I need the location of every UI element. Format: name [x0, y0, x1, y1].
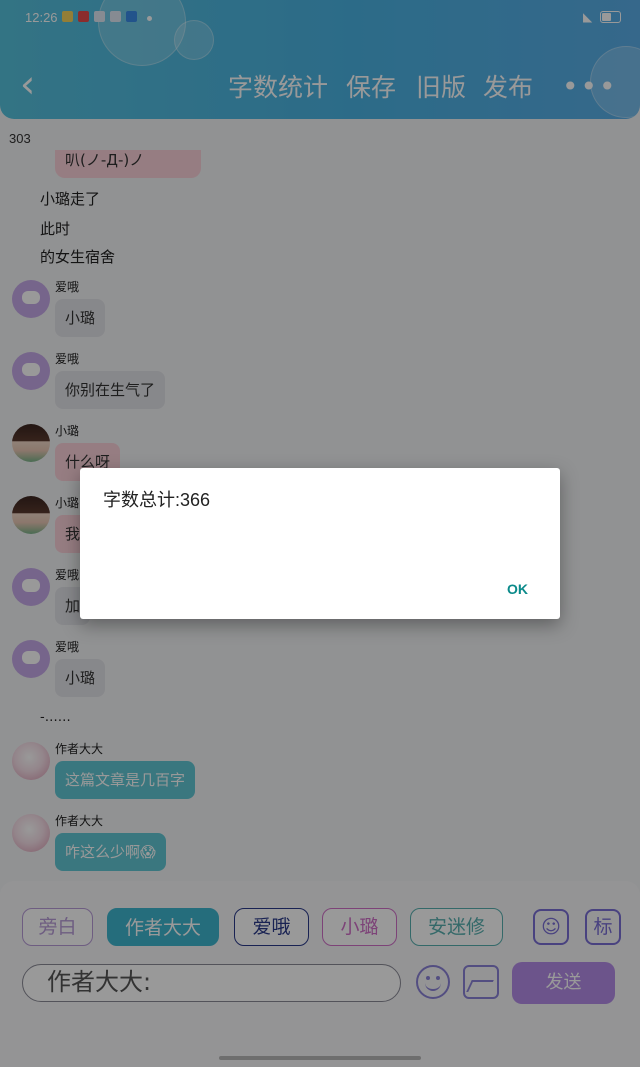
word-count-dialog: 字数总计:366 OK	[80, 468, 560, 619]
dialog-message: 字数总计:366	[103, 490, 211, 510]
ok-button[interactable]: OK	[507, 581, 528, 597]
